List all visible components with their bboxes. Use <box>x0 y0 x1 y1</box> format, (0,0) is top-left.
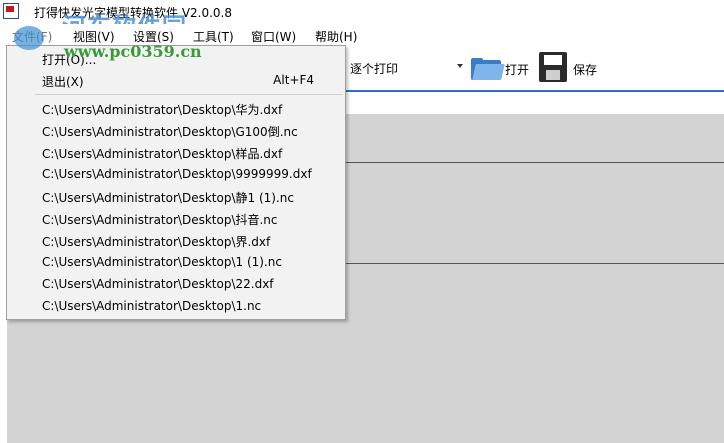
menu-help[interactable]: 帮助(H) <box>315 28 357 45</box>
title-bar: 打得快发光字模型转换软件 V2.0.0.8 河东软件园 <box>0 0 724 41</box>
save-button[interactable]: 保存 <box>538 50 602 84</box>
open-button-label: 打开 <box>505 63 530 77</box>
recent-file-item[interactable]: C:\Users\Administrator\Desktop\22.dxf <box>42 277 274 291</box>
exit-shortcut: Alt+F4 <box>273 73 314 87</box>
menu-item-exit[interactable]: 退出(X) <box>42 73 84 90</box>
floppy-disk-icon <box>539 52 567 82</box>
recent-file-item[interactable]: C:\Users\Administrator\Desktop\G100倒.nc <box>42 123 298 140</box>
menu-window[interactable]: 窗口(W) <box>251 28 296 45</box>
save-button-label: 保存 <box>573 63 598 77</box>
app-icon[interactable] <box>3 3 19 19</box>
folder-icon <box>471 58 505 80</box>
menu-separator <box>35 94 343 95</box>
recent-file-item[interactable]: C:\Users\Administrator\Desktop\9999999.d… <box>42 167 312 181</box>
recent-file-item[interactable]: C:\Users\Administrator\Desktop\1.nc <box>42 299 261 313</box>
recent-file-item[interactable]: C:\Users\Administrator\Desktop\静1 (1).nc <box>42 189 294 206</box>
print-mode-value: 逐个打印 <box>350 62 399 76</box>
file-menu-dropdown: 打开(O)... 退出(X) Alt+F4 C:\Users\Administr… <box>6 45 346 320</box>
recent-file-item[interactable]: C:\Users\Administrator\Desktop\抖音.nc <box>42 211 278 228</box>
recent-file-item[interactable]: C:\Users\Administrator\Desktop\1 (1).nc <box>42 255 282 269</box>
chevron-down-icon <box>457 64 463 68</box>
recent-file-item[interactable]: C:\Users\Administrator\Desktop\华为.dxf <box>42 101 282 118</box>
watermark-logo-icon <box>14 26 44 50</box>
watermark-url: www.pc0359.cn <box>64 42 202 61</box>
recent-file-item[interactable]: C:\Users\Administrator\Desktop\样品.dxf <box>42 145 282 162</box>
open-button[interactable]: 打开 <box>470 50 532 84</box>
print-mode-select[interactable]: 逐个打印 <box>346 57 466 79</box>
recent-file-item[interactable]: C:\Users\Administrator\Desktop\界.dxf <box>42 233 270 250</box>
